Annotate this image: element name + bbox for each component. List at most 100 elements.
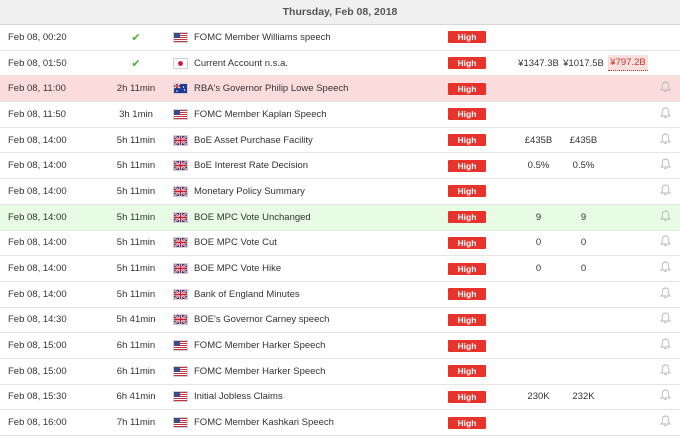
forecast-value [561,101,606,128]
uk-flag-icon [172,237,188,249]
bell-icon[interactable] [659,364,671,379]
event-row[interactable]: Feb 08, 14:00 5h 11min BOE MPC Vote Hike… [0,255,680,282]
bell-icon[interactable] [659,415,671,430]
event-name[interactable]: Initial Jobless Claims [192,384,448,411]
event-time: Feb 08, 14:00 [0,204,104,231]
forecast-value [561,178,606,205]
time-left: 5h 11min [104,281,168,308]
actual-value [516,24,561,51]
bell-icon[interactable] [659,184,671,199]
event-name[interactable]: BOE MPC Vote Hike [192,255,448,282]
us-flag-icon [172,108,188,120]
previous-value [606,204,650,231]
event-name[interactable]: FOMC Member Kashkari Speech [192,409,448,436]
actual-value: 9 [516,204,561,231]
event-row[interactable]: Feb 08, 11:50 3h 1min FOMC Member Kaplan… [0,101,680,128]
actual-value: 0.5% [516,152,561,180]
previous-value [606,281,650,308]
us-flag-icon [172,365,188,377]
time-left: 6h 11min [104,332,168,359]
event-row[interactable]: Feb 08, 11:00 2h 11min RBA's Governor Ph… [0,75,680,103]
forecast-value: 0 [561,255,606,282]
event-time: Feb 08, 14:00 [0,152,104,180]
event-time: Feb 08, 14:30 [0,307,104,334]
bell-icon[interactable] [659,287,671,302]
bell-icon[interactable] [659,81,671,96]
event-row[interactable]: Feb 08, 14:00 5h 11min BOE MPC Vote Unch… [0,204,680,231]
time-left: 6h 11min [104,358,168,385]
forecast-value [561,358,606,385]
us-flag-icon [172,340,188,352]
event-name[interactable]: FOMC Member Williams speech [192,24,448,51]
bell-icon[interactable] [659,210,671,225]
bell-icon[interactable] [659,338,671,353]
actual-value: 0 [516,230,561,257]
bell-icon[interactable] [659,389,671,404]
uk-flag-icon [172,185,188,197]
event-row[interactable]: Feb 08, 14:00 5h 11min Monetary Policy S… [0,178,680,205]
au-flag-icon [172,83,188,95]
checkmark-icon: ✔ [131,31,141,44]
event-name[interactable]: Bank of England Minutes [192,281,448,308]
event-row[interactable]: Feb 08, 00:20 ✔ FOMC Member Williams spe… [0,24,680,51]
importance-badge: High [448,288,486,301]
event-time: Feb 08, 00:20 [0,24,104,51]
importance-badge: High [448,236,486,249]
time-left: 5h 11min [104,127,168,154]
event-name[interactable]: BOE's Governor Carney speech [192,307,448,334]
event-row[interactable]: Feb 08, 14:30 5h 41min BOE's Governor Ca… [0,307,680,334]
event-name[interactable]: Monetary Policy Summary [192,178,448,205]
forecast-value: 9 [561,204,606,231]
actual-value [516,409,561,436]
event-name[interactable]: BOE MPC Vote Unchanged [192,204,448,231]
event-name[interactable]: FOMC Member Harker Speech [192,332,448,359]
event-time: Feb 08, 16:00 [0,409,104,436]
forecast-value [561,307,606,334]
event-time: Feb 08, 14:00 [0,127,104,154]
event-row[interactable]: Feb 08, 15:00 6h 11min FOMC Member Harke… [0,332,680,359]
event-row[interactable]: Feb 08, 14:00 5h 11min Bank of England M… [0,281,680,308]
previous-value [606,101,650,128]
previous-value [606,178,650,205]
time-left: 5h 11min [104,230,168,257]
event-name[interactable]: FOMC Member Harker Speech [192,358,448,385]
event-row[interactable]: Feb 08, 14:00 5h 11min BOE MPC Vote Cut … [0,230,680,257]
bell-icon[interactable] [659,133,671,148]
bell-icon[interactable] [659,107,671,122]
event-name[interactable]: BoE Interest Rate Decision [192,152,448,180]
importance-badge: High [448,211,486,224]
bell-icon[interactable] [659,158,671,173]
previous-value [606,332,650,359]
previous-value: ¥797.2B [606,50,650,77]
event-row[interactable]: Feb 08, 14:00 5h 11min BoE Interest Rate… [0,152,680,180]
event-name[interactable]: BoE Asset Purchase Facility [192,127,448,154]
event-name[interactable]: Current Account n.s.a. [192,50,448,77]
importance-badge: High [448,134,486,147]
previous-value [606,24,650,51]
bell-icon[interactable] [659,235,671,250]
actual-value [516,332,561,359]
event-name[interactable]: BOE MPC Vote Cut [192,230,448,257]
previous-value [606,152,650,180]
checkmark-icon: ✔ [131,57,141,70]
importance-badge: High [448,416,486,429]
time-left: 5h 11min [104,255,168,282]
event-row[interactable]: Feb 08, 15:00 6h 11min FOMC Member Harke… [0,358,680,385]
uk-flag-icon [172,263,188,275]
event-name[interactable]: RBA's Governor Philip Lowe Speech [192,75,448,103]
time-left: 5h 11min [104,204,168,231]
event-name[interactable]: FOMC Member Kaplan Speech [192,101,448,128]
previous-value [606,75,650,103]
event-row[interactable]: Feb 08, 01:50 ✔ Current Account n.s.a. H… [0,50,680,77]
event-row[interactable]: Feb 08, 14:00 5h 11min BoE Asset Purchas… [0,127,680,154]
bell-icon[interactable] [659,312,671,327]
jp-flag-icon [172,57,188,69]
forecast-value [561,332,606,359]
bell-icon[interactable] [659,261,671,276]
importance-badge: High [448,82,486,95]
economic-calendar-table: Thursday, Feb 08, 2018 Feb 08, 00:20 ✔ F… [0,0,680,436]
event-row[interactable]: Feb 08, 15:30 6h 41min Initial Jobless C… [0,384,680,411]
actual-value [516,358,561,385]
previous-revised-value[interactable]: ¥797.2B [608,55,648,72]
event-row[interactable]: Feb 08, 16:00 7h 11min FOMC Member Kashk… [0,409,680,436]
